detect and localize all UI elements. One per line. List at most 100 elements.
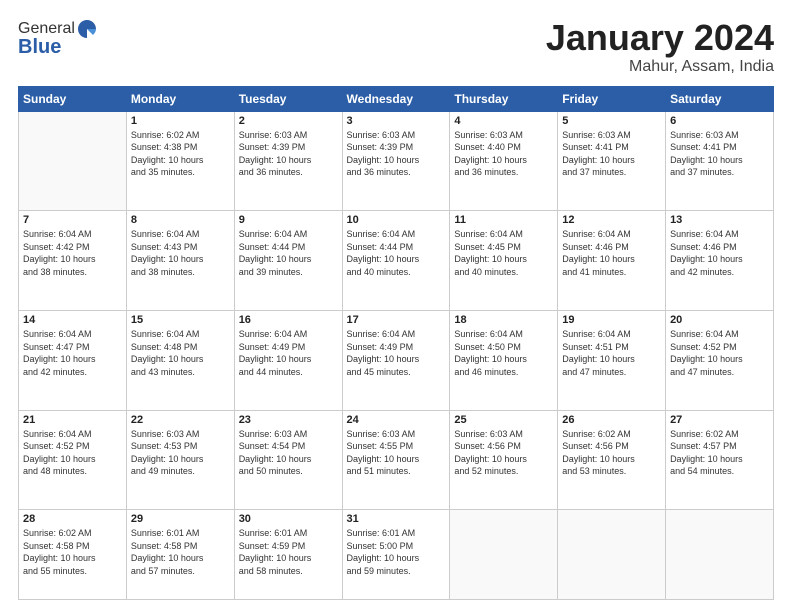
day-number: 1 <box>131 115 230 127</box>
day-number: 17 <box>347 314 446 326</box>
day-number: 10 <box>347 214 446 226</box>
cell-content: Sunrise: 6:04 AM Sunset: 4:49 PM Dayligh… <box>347 328 446 378</box>
cell-content: Sunrise: 6:03 AM Sunset: 4:56 PM Dayligh… <box>454 428 553 478</box>
day-number: 25 <box>454 414 553 426</box>
day-header-wednesday: Wednesday <box>342 86 450 111</box>
title-block: January 2024 Mahur, Assam, India <box>546 18 774 76</box>
cell-content: Sunrise: 6:01 AM Sunset: 4:58 PM Dayligh… <box>131 527 230 577</box>
calendar-week-0: 1 Sunrise: 6:02 AM Sunset: 4:38 PM Daylig… <box>19 111 774 211</box>
day-header-monday: Monday <box>126 86 234 111</box>
calendar-cell: 26Sunrise: 6:02 AM Sunset: 4:56 PM Dayli… <box>558 410 666 510</box>
calendar-cell: 29 Sunrise: 6:01 AM Sunset: 4:58 PM Dayli… <box>126 510 234 600</box>
cell-content: Sunrise: 6:03 AM Sunset: 4:53 PM Dayligh… <box>131 428 230 478</box>
cell-content: Sunrise: 6:04 AM Sunset: 4:52 PM Dayligh… <box>670 328 769 378</box>
day-number: 29 <box>131 513 230 525</box>
calendar-week-3: 21Sunrise: 6:04 AM Sunset: 4:52 PM Dayli… <box>19 410 774 510</box>
calendar-cell: 5 Sunrise: 6:03 AM Sunset: 4:41 PM Daylig… <box>558 111 666 211</box>
day-number: 7 <box>23 214 122 226</box>
header: General Blue January 2024 Mahur, Assam, … <box>18 18 774 76</box>
day-number: 9 <box>239 214 338 226</box>
calendar-cell: 10 Sunrise: 6:04 AM Sunset: 4:44 PM Dayli… <box>342 211 450 311</box>
day-number: 8 <box>131 214 230 226</box>
cell-content: Sunrise: 6:03 AM Sunset: 4:41 PM Dayligh… <box>562 129 661 179</box>
cell-content: Sunrise: 6:02 AM Sunset: 4:57 PM Dayligh… <box>670 428 769 478</box>
calendar-cell: 19 Sunrise: 6:04 AM Sunset: 4:51 PM Dayli… <box>558 310 666 410</box>
calendar-week-4: 28 Sunrise: 6:02 AM Sunset: 4:58 PM Dayli… <box>19 510 774 600</box>
calendar-cell: 21Sunrise: 6:04 AM Sunset: 4:52 PM Dayli… <box>19 410 127 510</box>
calendar-cell: 2Sunrise: 6:03 AM Sunset: 4:39 PM Daylig… <box>234 111 342 211</box>
day-number: 31 <box>347 513 446 525</box>
day-number: 3 <box>347 115 446 127</box>
day-number: 16 <box>239 314 338 326</box>
cell-content: Sunrise: 6:04 AM Sunset: 4:44 PM Dayligh… <box>239 228 338 278</box>
day-number: 26 <box>562 414 661 426</box>
cell-content: Sunrise: 6:02 AM Sunset: 4:58 PM Dayligh… <box>23 527 122 577</box>
calendar-cell: 25 Sunrise: 6:03 AM Sunset: 4:56 PM Dayli… <box>450 410 558 510</box>
calendar-cell: 4Sunrise: 6:03 AM Sunset: 4:40 PM Daylig… <box>450 111 558 211</box>
calendar-cell: 18 Sunrise: 6:04 AM Sunset: 4:50 PM Dayli… <box>450 310 558 410</box>
main-title: January 2024 <box>546 18 774 58</box>
calendar-cell: 20 Sunrise: 6:04 AM Sunset: 4:52 PM Dayli… <box>666 310 774 410</box>
day-number: 28 <box>23 513 122 525</box>
calendar-cell: 1 Sunrise: 6:02 AM Sunset: 4:38 PM Daylig… <box>126 111 234 211</box>
cell-content: Sunrise: 6:01 AM Sunset: 5:00 PM Dayligh… <box>347 527 446 577</box>
calendar-cell: 22 Sunrise: 6:03 AM Sunset: 4:53 PM Dayli… <box>126 410 234 510</box>
day-header-saturday: Saturday <box>666 86 774 111</box>
calendar-cell: 11 Sunrise: 6:04 AM Sunset: 4:45 PM Dayli… <box>450 211 558 311</box>
day-number: 11 <box>454 214 553 226</box>
cell-content: Sunrise: 6:04 AM Sunset: 4:46 PM Dayligh… <box>562 228 661 278</box>
day-number: 23 <box>239 414 338 426</box>
cell-content: Sunrise: 6:04 AM Sunset: 4:47 PM Dayligh… <box>23 328 122 378</box>
calendar-header-row: SundayMondayTuesdayWednesdayThursdayFrid… <box>19 86 774 111</box>
cell-content: Sunrise: 6:04 AM Sunset: 4:51 PM Dayligh… <box>562 328 661 378</box>
calendar-cell: 16 Sunrise: 6:04 AM Sunset: 4:49 PM Dayli… <box>234 310 342 410</box>
sub-title: Mahur, Assam, India <box>546 58 774 76</box>
day-number: 12 <box>562 214 661 226</box>
calendar-table: SundayMondayTuesdayWednesdayThursdayFrid… <box>18 86 774 600</box>
day-number: 22 <box>131 414 230 426</box>
day-number: 15 <box>131 314 230 326</box>
cell-content: Sunrise: 6:03 AM Sunset: 4:41 PM Dayligh… <box>670 129 769 179</box>
logo-icon <box>76 18 98 40</box>
calendar-cell: 9 Sunrise: 6:04 AM Sunset: 4:44 PM Daylig… <box>234 211 342 311</box>
day-header-sunday: Sunday <box>19 86 127 111</box>
calendar-cell: 27 Sunrise: 6:02 AM Sunset: 4:57 PM Dayli… <box>666 410 774 510</box>
cell-content: Sunrise: 6:03 AM Sunset: 4:39 PM Dayligh… <box>347 129 446 179</box>
day-number: 14 <box>23 314 122 326</box>
cell-content: Sunrise: 6:04 AM Sunset: 4:43 PM Dayligh… <box>131 228 230 278</box>
cell-content: Sunrise: 6:04 AM Sunset: 4:42 PM Dayligh… <box>23 228 122 278</box>
cell-content: Sunrise: 6:04 AM Sunset: 4:49 PM Dayligh… <box>239 328 338 378</box>
cell-content: Sunrise: 6:02 AM Sunset: 4:38 PM Dayligh… <box>131 129 230 179</box>
calendar-cell <box>666 510 774 600</box>
day-header-thursday: Thursday <box>450 86 558 111</box>
calendar-cell: 31 Sunrise: 6:01 AM Sunset: 5:00 PM Dayli… <box>342 510 450 600</box>
calendar-cell: 14 Sunrise: 6:04 AM Sunset: 4:47 PM Dayli… <box>19 310 127 410</box>
cell-content: Sunrise: 6:04 AM Sunset: 4:44 PM Dayligh… <box>347 228 446 278</box>
day-number: 24 <box>347 414 446 426</box>
day-number: 18 <box>454 314 553 326</box>
logo: General Blue <box>18 18 98 59</box>
calendar-cell: 15Sunrise: 6:04 AM Sunset: 4:48 PM Dayli… <box>126 310 234 410</box>
day-number: 20 <box>670 314 769 326</box>
cell-content: Sunrise: 6:04 AM Sunset: 4:46 PM Dayligh… <box>670 228 769 278</box>
calendar-cell: 12 Sunrise: 6:04 AM Sunset: 4:46 PM Dayli… <box>558 211 666 311</box>
cell-content: Sunrise: 6:04 AM Sunset: 4:50 PM Dayligh… <box>454 328 553 378</box>
calendar-week-1: 7 Sunrise: 6:04 AM Sunset: 4:42 PM Daylig… <box>19 211 774 311</box>
day-number: 19 <box>562 314 661 326</box>
day-number: 5 <box>562 115 661 127</box>
cell-content: Sunrise: 6:01 AM Sunset: 4:59 PM Dayligh… <box>239 527 338 577</box>
calendar-cell: 7 Sunrise: 6:04 AM Sunset: 4:42 PM Daylig… <box>19 211 127 311</box>
calendar-cell: 8 Sunrise: 6:04 AM Sunset: 4:43 PM Daylig… <box>126 211 234 311</box>
day-number: 27 <box>670 414 769 426</box>
cell-content: Sunrise: 6:04 AM Sunset: 4:45 PM Dayligh… <box>454 228 553 278</box>
day-number: 6 <box>670 115 769 127</box>
calendar-cell: 17 Sunrise: 6:04 AM Sunset: 4:49 PM Dayli… <box>342 310 450 410</box>
day-number: 30 <box>239 513 338 525</box>
logo-blue-text: Blue <box>18 36 61 59</box>
day-number: 21 <box>23 414 122 426</box>
calendar-cell <box>558 510 666 600</box>
calendar-cell: 3 Sunrise: 6:03 AM Sunset: 4:39 PM Daylig… <box>342 111 450 211</box>
calendar-cell: 6 Sunrise: 6:03 AM Sunset: 4:41 PM Daylig… <box>666 111 774 211</box>
day-number: 2 <box>239 115 338 127</box>
calendar-cell: 23Sunrise: 6:03 AM Sunset: 4:54 PM Dayli… <box>234 410 342 510</box>
